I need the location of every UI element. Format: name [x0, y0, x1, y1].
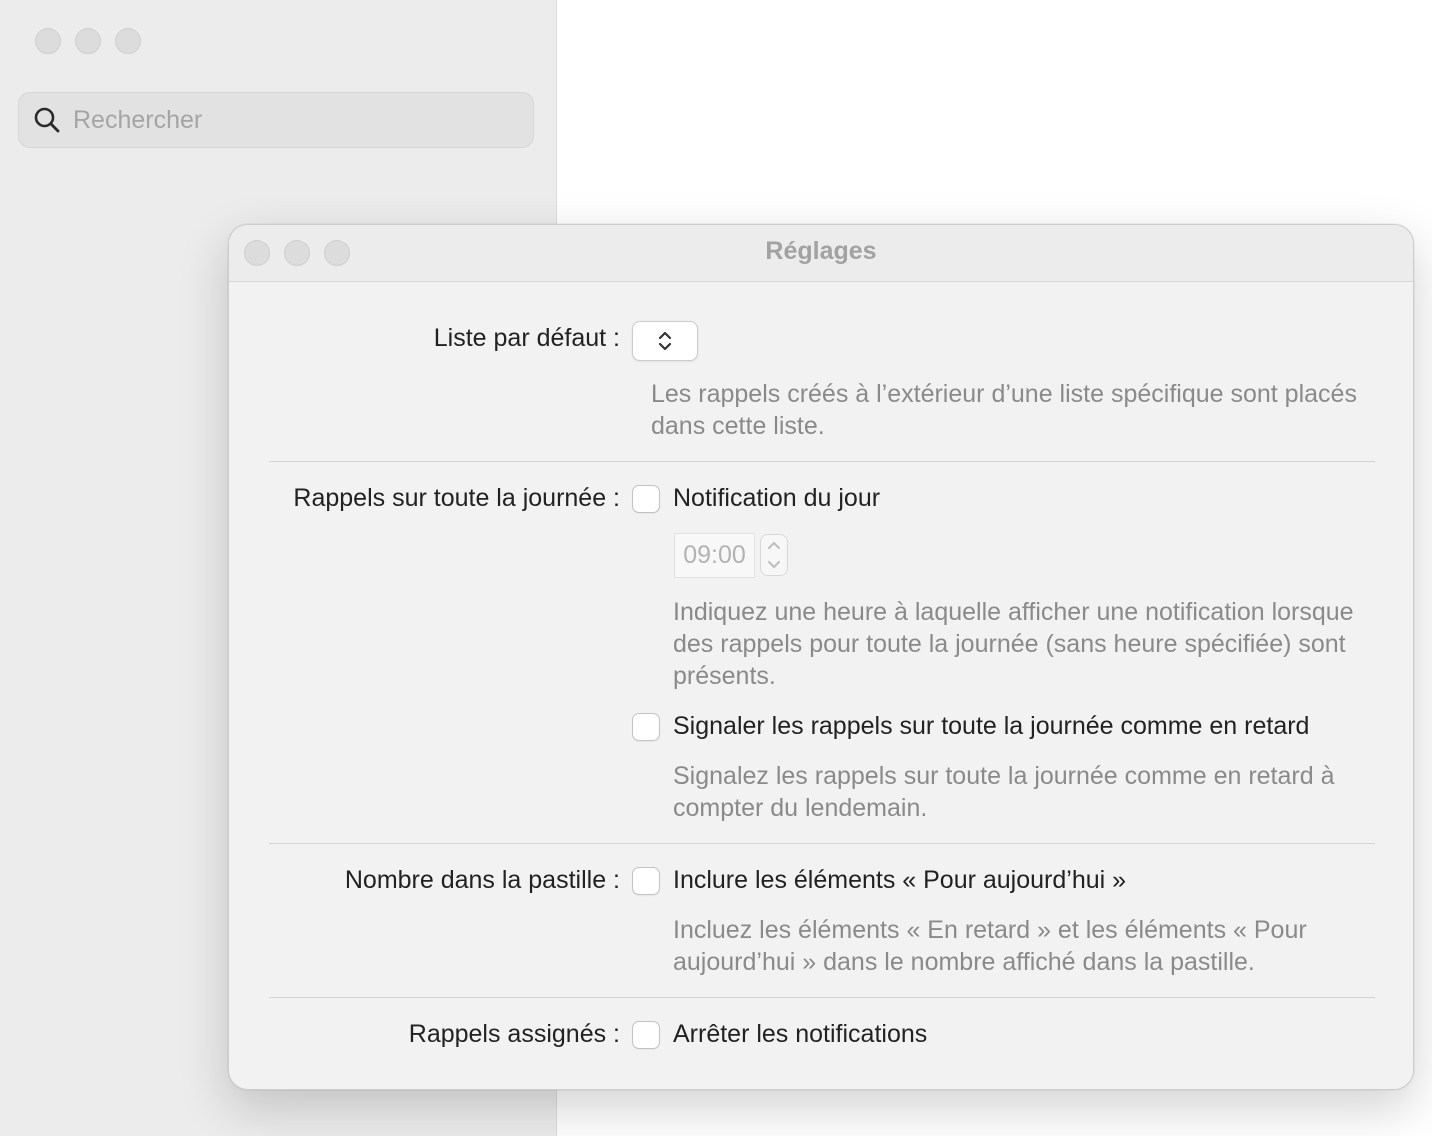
up-down-chevron-icon: [658, 331, 672, 351]
all-day-notification-label[interactable]: Notification du jour: [673, 484, 880, 513]
window-title: Réglages: [765, 237, 877, 265]
settings-titlebar: Réglages: [229, 225, 1413, 282]
background-window-controls: [35, 28, 141, 54]
include-today-label[interactable]: Inclure les éléments « Pour aujourd’hui …: [673, 866, 1126, 895]
search-field[interactable]: Rechercher: [18, 92, 534, 148]
overdue-label[interactable]: Signaler les rappels sur toute la journé…: [673, 712, 1309, 741]
notification-time-field[interactable]: 09:00: [674, 533, 755, 578]
chevron-up-icon[interactable]: [767, 540, 781, 550]
search-placeholder: Rechercher: [73, 105, 203, 134]
mute-notifications-checkbox[interactable]: [632, 1021, 660, 1049]
section-divider: [269, 461, 1375, 462]
assigned-reminders-label: Rappels assignés :: [408, 1020, 620, 1048]
badge-count-label: Nombre dans la pastille :: [344, 866, 620, 894]
section-divider: [269, 997, 1375, 998]
all-day-notification-checkbox[interactable]: [632, 485, 660, 513]
badge-count-help: Incluez les éléments « En retard » et le…: [673, 916, 1307, 976]
close-button[interactable]: [35, 28, 61, 54]
settings-window: Réglages Liste par défaut : Les rappels …: [228, 224, 1414, 1090]
overdue-checkbox[interactable]: [632, 713, 660, 741]
time-stepper[interactable]: [760, 534, 788, 576]
include-today-checkbox[interactable]: [632, 867, 660, 895]
all-day-label: Rappels sur toute la journée :: [293, 484, 620, 512]
zoom-button[interactable]: [115, 28, 141, 54]
time-help: Indiquez une heure à laquelle afficher u…: [673, 598, 1354, 690]
default-list-help: Les rappels créés à l’extérieur d’une li…: [651, 380, 1357, 440]
minimize-button[interactable]: [75, 28, 101, 54]
section-divider: [269, 843, 1375, 844]
chevron-down-icon[interactable]: [767, 560, 781, 570]
default-list-label: Liste par défaut :: [433, 324, 620, 352]
overdue-help: Signalez les rappels sur toute la journé…: [673, 762, 1335, 822]
search-icon: [34, 107, 60, 133]
mute-notifications-label[interactable]: Arrêter les notifications: [673, 1020, 927, 1049]
default-list-popup[interactable]: [632, 321, 698, 361]
